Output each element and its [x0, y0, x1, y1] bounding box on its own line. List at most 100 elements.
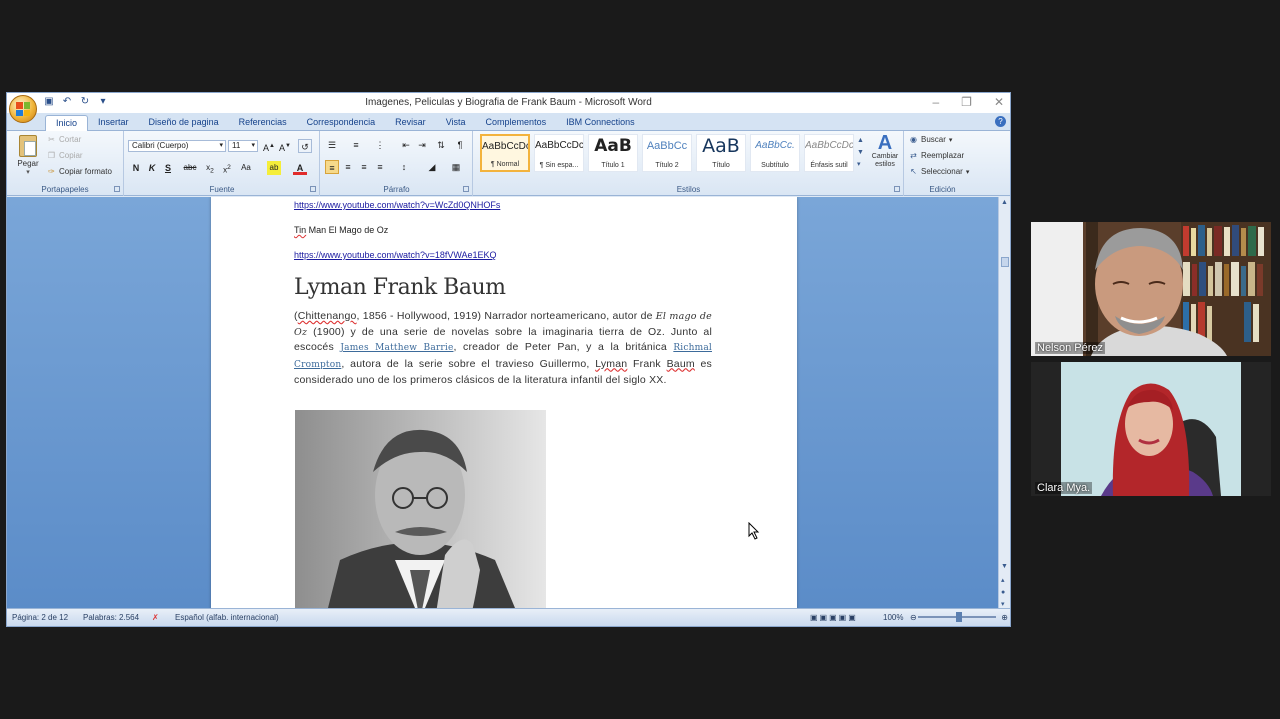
change-styles-button[interactable]: A Cambiar estilos: [868, 133, 902, 169]
next-page-icon[interactable]: ▾: [1001, 600, 1005, 608]
borders-icon[interactable]: ▦: [449, 160, 463, 174]
zoom-in-icon[interactable]: ⊕: [1001, 613, 1008, 622]
link-james-matthew-barrie[interactable]: James Matthew Barrie: [340, 343, 453, 353]
grow-font-icon[interactable]: A▲: [262, 139, 276, 153]
style-sin-espaciado[interactable]: AaBbCcDc ¶ Sin espa...: [534, 134, 584, 172]
font-name-field[interactable]: Calibri (Cuerpo) ▾: [128, 140, 226, 152]
highlight-icon[interactable]: ab: [267, 161, 281, 175]
cut-button[interactable]: ✂ Cortar: [47, 135, 81, 144]
scroll-up-icon[interactable]: ▲: [1001, 199, 1008, 206]
copy-button[interactable]: ❐ Copiar: [47, 151, 83, 160]
chevron-down-icon: ▾: [251, 142, 255, 149]
increase-indent-icon[interactable]: ⇥: [415, 138, 429, 152]
align-left-icon[interactable]: ≡: [325, 160, 339, 174]
underline-icon[interactable]: S: [161, 161, 175, 175]
style-enfasis-sutil[interactable]: AaBbCcDc Énfasis sutil: [804, 134, 854, 172]
tab-vista[interactable]: Vista: [436, 115, 476, 131]
subscript-icon[interactable]: x2: [203, 161, 217, 175]
status-words[interactable]: Palabras: 2.564: [83, 613, 139, 622]
font-group: Calibri (Cuerpo) ▾ 11 ▾ A▲ A▼ ↺ N K S abc …: [125, 131, 320, 196]
replace-button[interactable]: ⇄ Reemplazar: [909, 151, 964, 160]
pilcrow-icon[interactable]: ¶: [453, 138, 467, 152]
sort-icon[interactable]: ⇅: [434, 138, 448, 152]
zoom-slider-knob[interactable]: [956, 612, 962, 622]
undo-icon[interactable]: ↶: [61, 96, 73, 108]
paste-button[interactable]: Pegar ▾: [13, 135, 43, 176]
participant-tile-clara[interactable]: Clara Mya.: [1031, 362, 1271, 496]
customize-qat-icon[interactable]: ▾: [97, 96, 109, 108]
restore-icon[interactable]: ❐: [961, 95, 972, 109]
mouse-cursor-icon: [748, 522, 760, 540]
format-painter-button[interactable]: ✑ Copiar formato: [47, 167, 112, 176]
spellcheck-icon[interactable]: ✗: [152, 613, 159, 622]
line-spacing-icon[interactable]: ↕: [397, 160, 411, 174]
align-center-icon[interactable]: ≡: [341, 160, 355, 174]
zoom-out-icon[interactable]: ⊖: [910, 613, 917, 622]
chevron-down-icon: ▾: [965, 168, 970, 176]
help-icon[interactable]: ?: [995, 116, 1006, 127]
justify-icon[interactable]: ≡: [373, 160, 387, 174]
align-right-icon[interactable]: ≡: [357, 160, 371, 174]
style-titulo-2[interactable]: AaBbCc Título 2: [642, 134, 692, 172]
save-icon[interactable]: ▣: [43, 96, 55, 108]
status-zoom[interactable]: 100%: [883, 613, 903, 622]
youtube-link-2[interactable]: https://www.youtube.com/watch?v=18fVWAe1…: [294, 250, 497, 260]
office-button[interactable]: [9, 95, 37, 123]
view-buttons-icon[interactable]: ▣▣▣▣▣: [810, 613, 858, 622]
bullets-icon[interactable]: ☰: [325, 138, 339, 152]
shading-icon[interactable]: ◢: [425, 160, 439, 174]
decrease-indent-icon[interactable]: ⇤: [399, 138, 413, 152]
tab-inicio[interactable]: Inicio: [45, 115, 89, 131]
font-size-field[interactable]: 11 ▾: [228, 140, 258, 152]
doc-heading: Lyman Frank Baum: [294, 275, 506, 300]
bold-icon[interactable]: N: [129, 161, 143, 175]
font-launcher-icon[interactable]: [310, 186, 316, 192]
participant-tile-nelson[interactable]: Nelson Pérez: [1031, 222, 1271, 356]
brush-icon: ✑: [48, 167, 55, 176]
tab-correspondencia[interactable]: Correspondencia: [297, 115, 386, 131]
status-page[interactable]: Página: 2 de 12: [12, 613, 68, 622]
select-button[interactable]: ↖ Seleccionar ▾: [909, 167, 969, 176]
style-titulo-1[interactable]: AaB Título 1: [588, 134, 638, 172]
status-language[interactable]: Español (alfab. internacional): [175, 613, 279, 622]
browse-object-icon[interactable]: ●: [1001, 589, 1005, 596]
youtube-link-1[interactable]: https://www.youtube.com/watch?v=WcZd0QNH…: [294, 200, 500, 210]
paragraph-launcher-icon[interactable]: [463, 186, 469, 192]
tab-referencias[interactable]: Referencias: [229, 115, 297, 131]
multilevel-list-icon[interactable]: ⋮: [373, 138, 387, 152]
previous-page-icon[interactable]: ▴: [1001, 576, 1005, 584]
tab-complementos[interactable]: Complementos: [476, 115, 557, 131]
styles-group: AaBbCcDc ¶ Normal AaBbCcDc ¶ Sin espa...…: [474, 131, 904, 196]
minimize-icon[interactable]: –: [932, 95, 939, 109]
document-page[interactable]: https://www.youtube.com/watch?v=WcZd0QNH…: [211, 197, 797, 610]
styles-scroll-icon[interactable]: ▲ ▼ ▾: [857, 135, 865, 171]
redo-icon[interactable]: ↻: [79, 96, 91, 108]
close-icon[interactable]: ✕: [994, 95, 1004, 109]
portrait-photo[interactable]: [295, 410, 546, 610]
scroll-down-icon[interactable]: ▼: [1001, 563, 1008, 570]
shrink-font-icon[interactable]: A▼: [278, 139, 292, 153]
font-color-icon[interactable]: A: [293, 161, 307, 175]
style-subtitulo[interactable]: AaBbCc. Subtítulo: [750, 134, 800, 172]
italic-icon[interactable]: K: [145, 161, 159, 175]
superscript-icon[interactable]: x2: [220, 161, 234, 175]
tab-diseno-de-pagina[interactable]: Diseño de pagina: [139, 115, 229, 131]
tab-ibm-connections[interactable]: IBM Connections: [556, 115, 645, 131]
clear-format-icon[interactable]: ↺: [298, 139, 312, 153]
change-case-icon[interactable]: Aa: [239, 161, 253, 175]
strikethrough-icon[interactable]: abc: [183, 161, 197, 175]
find-button[interactable]: ◉ Buscar ▾: [909, 135, 952, 144]
numbering-icon[interactable]: ≡: [349, 138, 363, 152]
style-titulo[interactable]: AaB Título: [696, 134, 746, 172]
vertical-scrollbar[interactable]: ▲ ▼ ▴ ● ▾: [998, 197, 1010, 610]
scroll-thumb[interactable]: [1001, 257, 1009, 267]
clipboard-launcher-icon[interactable]: [114, 186, 120, 192]
paste-dropdown-icon[interactable]: ▾: [13, 168, 43, 176]
style-normal[interactable]: AaBbCcDc ¶ Normal: [480, 134, 530, 172]
tab-insertar[interactable]: Insertar: [88, 115, 139, 131]
tab-revisar[interactable]: Revisar: [385, 115, 436, 131]
styles-launcher-icon[interactable]: [894, 186, 900, 192]
doc-paragraph: (Chittenango, 1856 - Hollywood, 1919) Na…: [294, 310, 713, 386]
zoom-slider[interactable]: [918, 612, 996, 622]
document-area[interactable]: https://www.youtube.com/watch?v=WcZd0QNH…: [7, 197, 1000, 610]
